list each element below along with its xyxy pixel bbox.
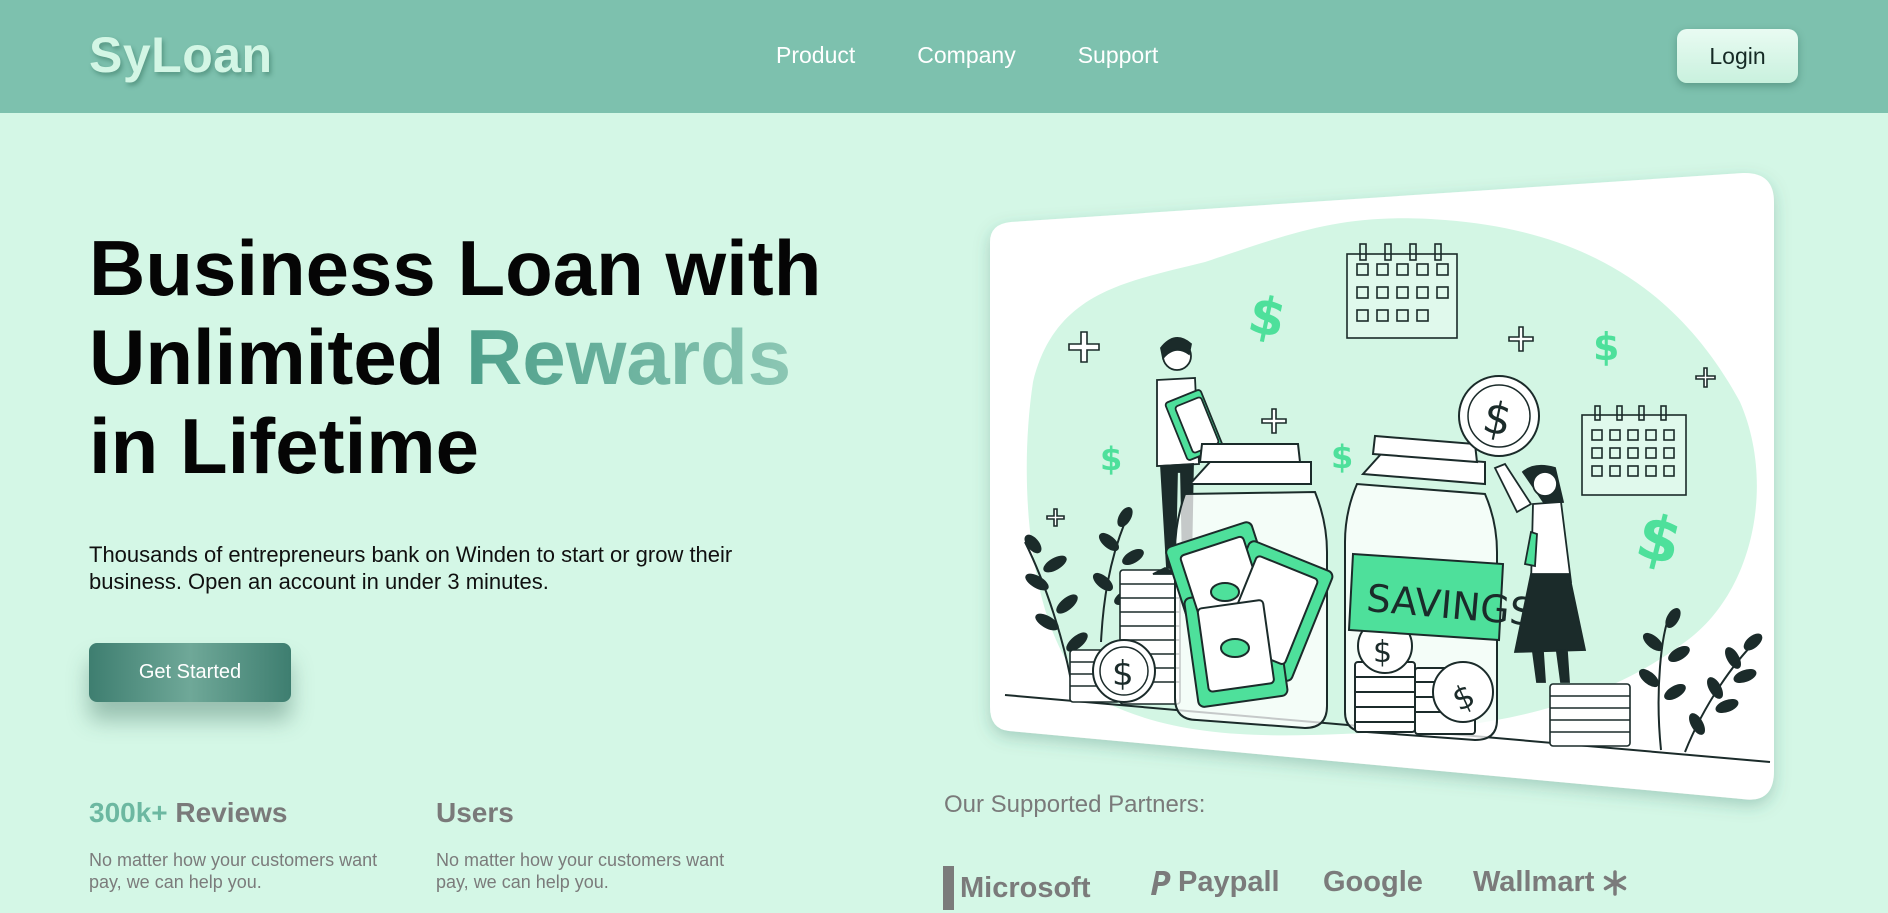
dollar-sign-icon: $ <box>1331 438 1353 476</box>
stat-title: Users <box>436 797 726 829</box>
stat-highlight: 300k+ <box>89 797 168 828</box>
stat-reviews: 300k+ Reviews No matter how your custome… <box>89 797 379 893</box>
partner-microsoft[interactable]: Microsoft <box>943 866 1091 910</box>
nav-links: Product Company Support <box>776 42 1158 69</box>
svg-text:$: $ <box>1373 635 1392 670</box>
coin-icon: $ <box>1092 639 1156 703</box>
nav-link-product[interactable]: Product <box>776 42 855 69</box>
paypal-logo-icon <box>1151 870 1171 895</box>
calendar-icon <box>1346 243 1458 339</box>
stat-label: Reviews <box>175 797 288 828</box>
calendar-icon <box>1581 405 1687 496</box>
hero-title-line-3: in Lifetime <box>89 402 480 490</box>
partner-wallmart[interactable]: Wallmart <box>1473 866 1628 899</box>
partner-google[interactable]: Google <box>1323 866 1423 899</box>
stat-label: Users <box>436 797 514 828</box>
hero-title-accent: Rewards <box>466 313 792 401</box>
hero-title: Business Loan with Unlimited Rewards in … <box>89 224 821 491</box>
windows-logo-icon <box>943 866 954 910</box>
hero-illustration-card: $ $ $ $ $ $ $ $ SAVINGS $ <box>985 172 1775 802</box>
partner-name: Microsoft <box>960 871 1091 904</box>
hero-title-line-2: Unlimited <box>89 313 445 401</box>
hero-title-line-1: Business Loan with <box>89 224 822 312</box>
partner-paypall[interactable]: Paypall <box>1150 866 1280 899</box>
partner-name: Google <box>1323 866 1423 898</box>
partners-label: Our Supported Partners: <box>944 791 1206 818</box>
svg-text:$: $ <box>1112 654 1134 694</box>
get-started-button[interactable]: Get Started <box>89 643 291 702</box>
coin-icon: $ <box>1458 375 1540 457</box>
stat-description: No matter how your customers want pay, w… <box>436 850 725 892</box>
dollar-sign-icon: $ <box>1100 440 1122 478</box>
stat-description: No matter how your customers want pay, w… <box>89 850 378 892</box>
savings-illustration: $ $ $ $ $ $ $ $ SAVINGS $ <box>990 172 1774 800</box>
nav-link-company[interactable]: Company <box>917 42 1015 69</box>
partner-name: Paypall <box>1178 866 1280 898</box>
stat-title: 300k+ Reviews <box>89 797 379 829</box>
navbar: SyLoan Product Company Support Login <box>0 0 1888 113</box>
brand-logo[interactable]: SyLoan <box>89 26 273 84</box>
stat-users: Users No matter how your customers want … <box>436 797 726 893</box>
nav-link-support[interactable]: Support <box>1078 42 1159 69</box>
partner-name: Wallmart <box>1473 866 1595 898</box>
login-button[interactable]: Login <box>1677 29 1798 83</box>
hero-subtitle: Thousands of entrepreneurs bank on Winde… <box>89 542 733 594</box>
walmart-spark-icon <box>1604 869 1627 896</box>
dollar-sign-icon: $ <box>1593 325 1619 369</box>
